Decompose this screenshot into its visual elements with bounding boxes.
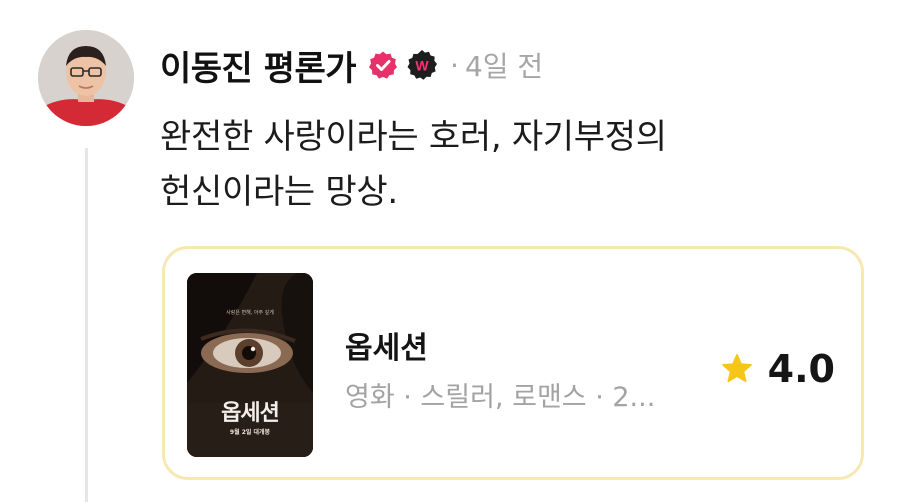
author-name[interactable]: 이동진 평론가 [160,41,357,90]
thread-line [85,148,88,502]
post-body-line: 헌신이라는 망상. [160,172,398,212]
w-badge-icon: W [407,50,438,80]
star-icon [721,353,752,383]
feed-post: 이동진 평론가 W · 4일 전 완전한 사랑이라는 호러, 자기부정의 헌신이… [0,0,904,502]
poster-release-date: 9월 2일 대개봉 [229,429,271,436]
movie-subtitle: 영화 · 스릴러, 로맨스 · 2... [345,382,656,413]
rating-value: 4.0 [767,347,835,391]
verified-check-icon [369,51,398,79]
meta-separator: · [450,48,459,82]
post-meta: · 4일 전 [450,45,543,85]
post-time: 4일 전 [464,50,544,83]
content-card[interactable]: 사랑은 변해, 아주 깊게 옵세션 9월 2일 대개봉 옵세션 영화 · 스릴러… [162,246,864,480]
post-body: 완전한 사랑이라는 호러, 자기부정의 헌신이라는 망상. [160,110,860,220]
movie-rating: 4.0 [720,347,835,391]
svg-text:W: W [415,58,429,74]
avatar-portrait [38,30,134,126]
movie-title: 옵세션 [345,331,428,366]
post-body-line: 완전한 사랑이라는 호러, 자기부정의 [160,117,667,157]
movie-poster: 사랑은 변해, 아주 깊게 옵세션 9월 2일 대개봉 [187,273,313,457]
author-avatar[interactable] [38,30,134,126]
poster-tagline: 사랑은 변해, 아주 깊게 [226,310,274,316]
poster-title: 옵세션 [221,401,280,426]
post-header: 이동진 평론가 W · 4일 전 [160,40,543,90]
